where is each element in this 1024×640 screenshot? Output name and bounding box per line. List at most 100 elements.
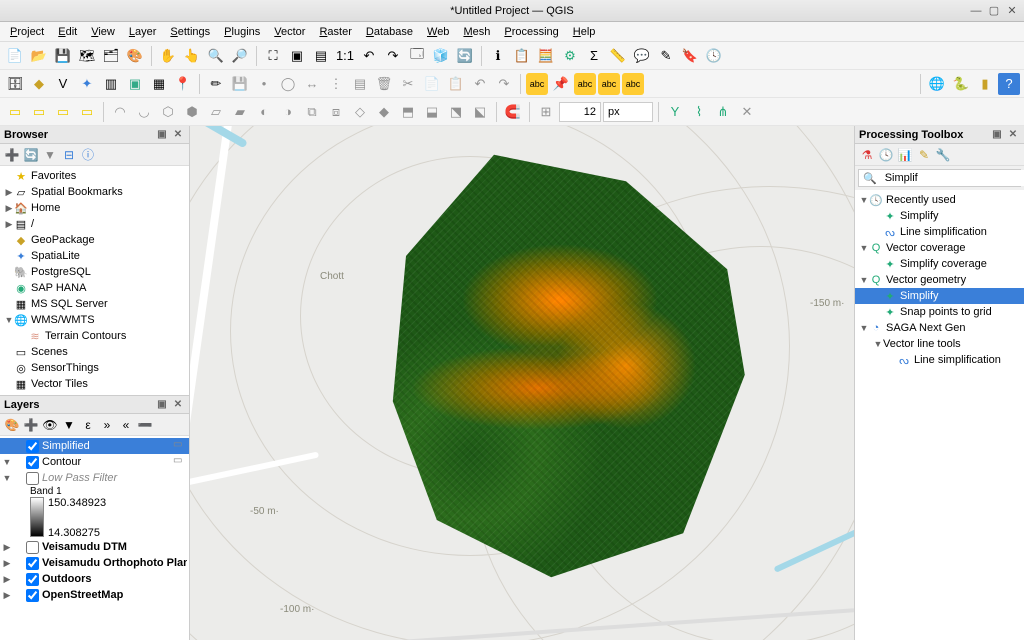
layer-checkbox[interactable] bbox=[26, 472, 39, 485]
toolbox-button[interactable]: ⚙ bbox=[559, 45, 581, 67]
layer-checkbox[interactable] bbox=[26, 557, 39, 570]
browser-tree[interactable]: ★Favorites▶▱Spatial Bookmarks▶🏠Home▶▤/◆G… bbox=[0, 166, 189, 395]
paste-button[interactable]: 📋 bbox=[445, 73, 467, 95]
toolbox-undock-button[interactable]: ▣ bbox=[990, 128, 1004, 142]
select-all-button[interactable]: ▭ bbox=[76, 101, 98, 123]
menu-edit[interactable]: Edit bbox=[52, 24, 83, 40]
new-project-button[interactable]: 📄 bbox=[4, 45, 26, 67]
minimize-button[interactable]: — bbox=[970, 5, 982, 17]
snap-unit-select[interactable] bbox=[603, 102, 653, 122]
new-virtual-button[interactable]: ▥ bbox=[100, 73, 122, 95]
shape-digi-4[interactable]: ✕ bbox=[736, 101, 758, 123]
layer-row[interactable]: ▶Outdoors bbox=[0, 571, 189, 587]
redo-button[interactable]: ↷ bbox=[493, 73, 515, 95]
identify-button[interactable]: ℹ bbox=[487, 45, 509, 67]
layers-collapse-icon[interactable]: « bbox=[118, 417, 134, 433]
toolbox-history-icon[interactable]: 🕓 bbox=[878, 147, 894, 163]
layer-checkbox[interactable] bbox=[26, 440, 39, 453]
layer-row[interactable]: ▶Veisamudu Orthophoto Plan bbox=[0, 555, 189, 571]
browser-add-icon[interactable]: ➕ bbox=[4, 147, 20, 163]
adv-digi-6[interactable]: ▰ bbox=[229, 101, 251, 123]
toolbox-model-icon[interactable]: ⚗ bbox=[859, 147, 875, 163]
browser-close-button[interactable]: ✕ bbox=[171, 128, 185, 142]
adv-digi-4[interactable]: ⬢ bbox=[181, 101, 203, 123]
save-edits-button[interactable]: 💾 bbox=[229, 73, 251, 95]
zoom-native-button[interactable]: 1:1 bbox=[334, 45, 356, 67]
pan-button[interactable]: ✋ bbox=[157, 45, 179, 67]
bookmark-button[interactable]: 🔖 bbox=[679, 45, 701, 67]
menu-raster[interactable]: Raster bbox=[313, 24, 357, 40]
tree-item[interactable]: ▭Scenes bbox=[0, 344, 189, 360]
zoom-next-button[interactable]: ↷ bbox=[382, 45, 404, 67]
menu-web[interactable]: Web bbox=[421, 24, 455, 40]
deselect-button[interactable]: ▭ bbox=[52, 101, 74, 123]
modify-attrs-button[interactable]: ▤ bbox=[349, 73, 371, 95]
move-feature-button[interactable]: ↔ bbox=[301, 73, 323, 95]
tree-item[interactable]: ᔓLine simplification bbox=[855, 352, 1024, 368]
map-canvas[interactable]: Chott -50 m· -100 m· -150 m· bbox=[190, 126, 854, 640]
data-source-button[interactable]: 🗄 bbox=[4, 73, 26, 95]
adv-digi-10[interactable]: ⧈ bbox=[325, 101, 347, 123]
menu-layer[interactable]: Layer bbox=[123, 24, 163, 40]
toolbox-options-icon[interactable]: 🔧 bbox=[935, 147, 951, 163]
layers-remove-icon[interactable]: ➖ bbox=[137, 417, 153, 433]
zoom-selection-button[interactable]: ▣ bbox=[286, 45, 308, 67]
adv-digi-9[interactable]: ⧉ bbox=[301, 101, 323, 123]
measure-button[interactable]: 📏 bbox=[607, 45, 629, 67]
tree-item[interactable]: ▼◔SAGA Next Gen bbox=[855, 320, 1024, 336]
layer-row[interactable]: Simplified▭ bbox=[0, 438, 189, 454]
layers-undock-button[interactable]: ▣ bbox=[155, 398, 169, 412]
attribute-table-button[interactable]: 📋 bbox=[511, 45, 533, 67]
menu-plugins[interactable]: Plugins bbox=[218, 24, 266, 40]
tree-item[interactable]: ▼QVector geometry bbox=[855, 272, 1024, 288]
tree-item[interactable]: ▦Vector Tiles bbox=[0, 376, 189, 392]
menu-help[interactable]: Help bbox=[567, 24, 602, 40]
browser-undock-button[interactable]: ▣ bbox=[155, 128, 169, 142]
zoom-out-button[interactable]: 🔎 bbox=[229, 45, 251, 67]
adv-digi-13[interactable]: ⬒ bbox=[397, 101, 419, 123]
zoom-in-button[interactable]: 🔍 bbox=[205, 45, 227, 67]
label-tool-button[interactable]: abc bbox=[526, 73, 548, 95]
adv-digi-5[interactable]: ▱ bbox=[205, 101, 227, 123]
layers-filter-icon[interactable]: ▼ bbox=[61, 417, 77, 433]
select-features-button[interactable]: ▭ bbox=[4, 101, 26, 123]
style-manager-button[interactable]: 🎨 bbox=[124, 45, 146, 67]
new-print-layout-button[interactable]: 🗺 bbox=[76, 45, 98, 67]
layer-checkbox[interactable] bbox=[26, 573, 39, 586]
plugin-button-1[interactable]: 🌐 bbox=[926, 73, 948, 95]
new-mesh-button[interactable]: ▦ bbox=[148, 73, 170, 95]
menu-vector[interactable]: Vector bbox=[268, 24, 311, 40]
zoom-last-button[interactable]: ↶ bbox=[358, 45, 380, 67]
select-value-button[interactable]: ▭ bbox=[28, 101, 50, 123]
menu-project[interactable]: Project bbox=[4, 24, 50, 40]
field-calculator-button[interactable]: 🧮 bbox=[535, 45, 557, 67]
map-tips-button[interactable]: 💬 bbox=[631, 45, 653, 67]
label-pin-button[interactable]: 📌 bbox=[550, 73, 572, 95]
menu-database[interactable]: Database bbox=[360, 24, 419, 40]
tree-item[interactable]: ▦MS SQL Server bbox=[0, 296, 189, 312]
new-map-view-button[interactable]: 🗔 bbox=[406, 45, 428, 67]
statistics-button[interactable]: Σ bbox=[583, 45, 605, 67]
new-gps-button[interactable]: 📍 bbox=[172, 73, 194, 95]
toolbox-search-input[interactable] bbox=[881, 170, 1024, 186]
tree-item[interactable]: ✦Simplify bbox=[855, 288, 1024, 304]
copy-button[interactable]: 📄 bbox=[421, 73, 443, 95]
vertex-tool-button[interactable]: ⋮ bbox=[325, 73, 347, 95]
tree-item[interactable]: ✦Simplify coverage bbox=[855, 256, 1024, 272]
undo-button[interactable]: ↶ bbox=[469, 73, 491, 95]
tree-item[interactable]: ▼🌐WMS/WMTS bbox=[0, 312, 189, 328]
tree-item[interactable]: ✦SpatiaLite bbox=[0, 248, 189, 264]
layer-row[interactable]: ▶Veisamudu DTM bbox=[0, 539, 189, 555]
tree-item[interactable]: ✦Snap points to grid bbox=[855, 304, 1024, 320]
delete-selected-button[interactable]: 🗑 bbox=[373, 73, 395, 95]
adv-digi-2[interactable]: ◡ bbox=[133, 101, 155, 123]
new-memory-button[interactable]: ▣ bbox=[124, 73, 146, 95]
browser-refresh-icon[interactable]: 🔄 bbox=[23, 147, 39, 163]
tree-item[interactable]: ▼QVector coverage bbox=[855, 240, 1024, 256]
label-rotate-button[interactable]: abc bbox=[622, 73, 644, 95]
zoom-layer-button[interactable]: ▤ bbox=[310, 45, 332, 67]
toolbox-close-button[interactable]: ✕ bbox=[1006, 128, 1020, 142]
new-spatialite-button[interactable]: ✦ bbox=[76, 73, 98, 95]
adv-digi-15[interactable]: ⬔ bbox=[445, 101, 467, 123]
tree-item[interactable]: ▼🕓Recently used bbox=[855, 192, 1024, 208]
